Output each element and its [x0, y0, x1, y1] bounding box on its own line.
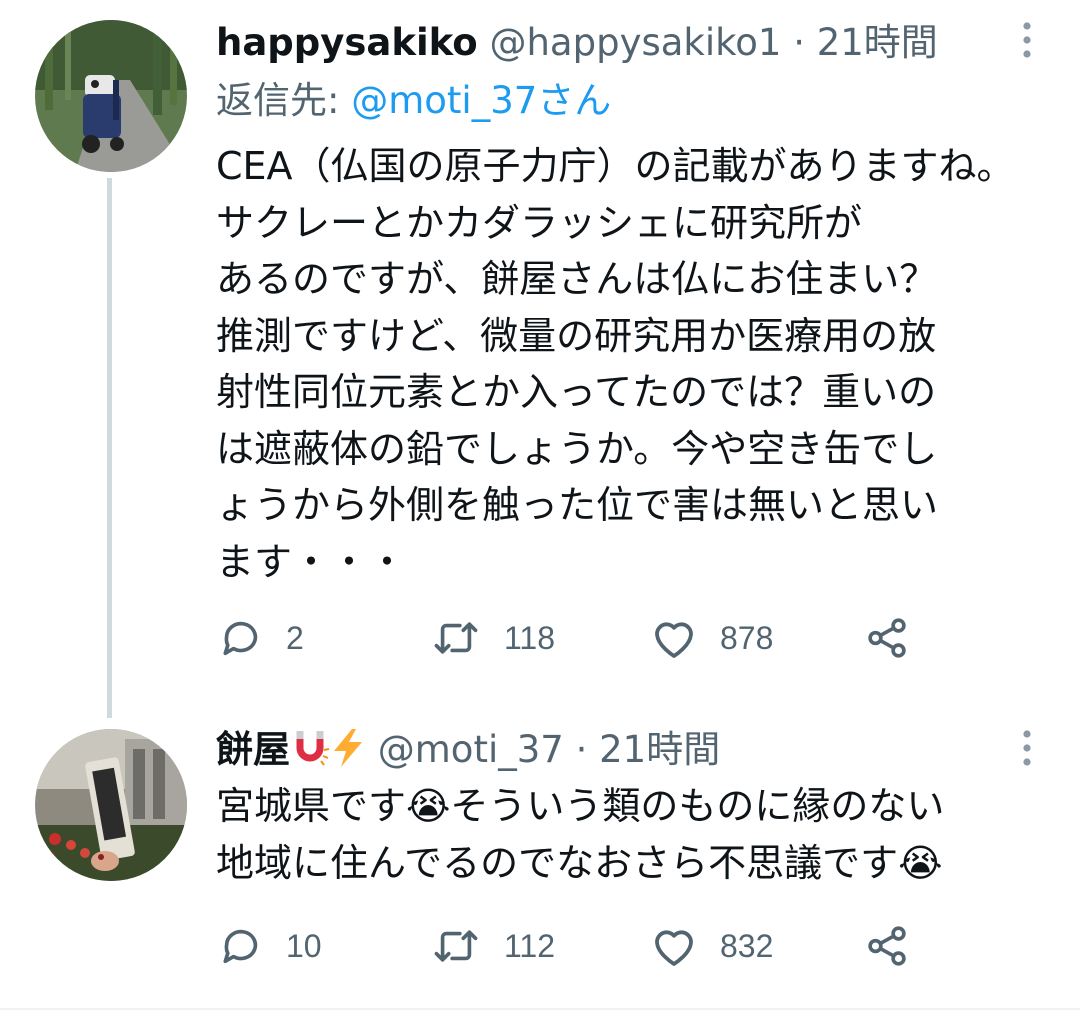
timestamp[interactable]: 21時間	[599, 728, 720, 771]
action-bar: 10 112 832	[218, 916, 918, 976]
reply-count: 2	[286, 619, 304, 656]
retweet-arrows-icon	[430, 615, 482, 661]
divider	[0, 1008, 1080, 1010]
share-button[interactable]	[864, 916, 910, 976]
reply-to-label: 返信先:	[216, 79, 352, 122]
retweet-arrows-icon	[430, 923, 482, 969]
user-handle[interactable]: @moti_37	[378, 728, 564, 771]
share-nodes-icon	[864, 615, 910, 661]
reply-count: 10	[286, 927, 322, 964]
more-options-icon[interactable]	[1022, 20, 1032, 60]
separator-dot: ·	[793, 21, 805, 64]
reply-button[interactable]: 2	[218, 608, 304, 668]
like-count: 832	[720, 927, 774, 964]
retweet-count: 118	[504, 619, 556, 656]
tweet-text-line: は遮蔽体の鉛でしょうか。今や空き缶でし	[216, 426, 938, 471]
reply-to-mention[interactable]: @moti_37さん	[351, 79, 611, 122]
retweet-button[interactable]: 112	[430, 916, 555, 976]
tweet-happysakiko[interactable]: happysakiko @happysakiko1 · 21時間 返信先: @m…	[0, 0, 1080, 720]
reply-to-line: 返信先: @moti_37さん	[216, 76, 611, 126]
tweet-text-line: CEA（仏国の原子力庁）の記載がありますね。	[216, 144, 1015, 188]
tweet-text-line: あるのですが、餅屋さんは仏にお住まい？	[216, 257, 938, 301]
tweet-text: CEA（仏国の原子力庁）の記載がありますね。 サクレーとかカダラッシェに研究所があ…	[216, 138, 1026, 590]
tweet-header: happysakiko @happysakiko1 · 21時間	[216, 18, 938, 68]
share-button[interactable]	[864, 608, 910, 668]
display-name[interactable]: 餅屋	[216, 728, 290, 771]
thread-line	[107, 178, 112, 718]
tweet-text-line: 宮城県です😭そういう類のものに縁のない	[216, 784, 945, 828]
avatar-happysakiko[interactable]	[35, 20, 187, 172]
heart-icon	[650, 615, 698, 661]
tweet-text-line: 射性同位元素とか入ってたのでは？重いの	[216, 370, 937, 414]
timestamp[interactable]: 21時間	[817, 21, 938, 64]
lightning-emoji-icon	[330, 728, 366, 781]
like-count: 878	[720, 619, 774, 656]
display-name[interactable]: happysakiko	[216, 21, 478, 64]
tweet-text: 宮城県です😭そういう類のものに縁のない 地域に住んでるのでなおさら不思議です😭	[216, 778, 1026, 891]
tweet-text-line: サクレーとかカダラッシェに研究所が	[216, 200, 863, 245]
tweet-text-line: ょうから外側を触った位で害は無いと思い	[216, 483, 939, 527]
tweet-text-line: 推測ですけど、微量の研究用か医療用の放	[216, 313, 937, 358]
tweet-text-line: ます・・・	[216, 539, 407, 584]
magnet-emoji-icon	[290, 728, 330, 781]
action-bar: 2 118 878	[218, 608, 918, 668]
speech-bubble-icon	[218, 615, 264, 661]
tweet-moti37[interactable]: 餅屋 @moti_37 · 21時間 宮城県です😭そういう類のものに縁のない 地域…	[0, 720, 1080, 1010]
retweet-count: 112	[504, 927, 556, 964]
avatar-moti37[interactable]	[35, 729, 187, 881]
user-handle[interactable]: @happysakiko1	[489, 21, 781, 64]
tweet-text-line: 地域に住んでるのでなおさら不思議です😭	[216, 840, 943, 885]
separator-dot: ·	[575, 728, 588, 771]
tweet-header: 餅屋 @moti_37 · 21時間	[216, 725, 720, 775]
reply-button[interactable]: 10	[218, 916, 322, 976]
like-button[interactable]: 832	[650, 916, 773, 976]
like-button[interactable]: 878	[650, 608, 773, 668]
retweet-button[interactable]: 118	[430, 608, 555, 668]
speech-bubble-icon	[218, 923, 264, 969]
heart-icon	[650, 923, 698, 969]
more-options-icon[interactable]	[1022, 728, 1032, 768]
share-nodes-icon	[864, 923, 910, 969]
